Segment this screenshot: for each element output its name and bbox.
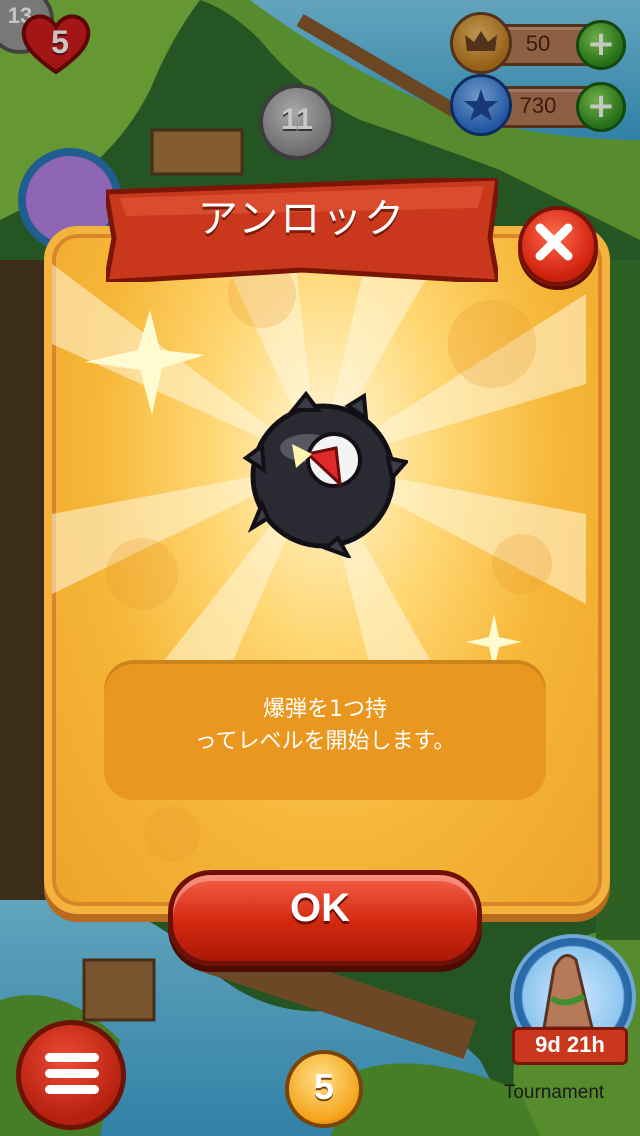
bomb-icon [242,390,408,558]
tournament-label: Tournament [503,1082,605,1103]
level-5-node[interactable]: 5 [285,1050,363,1128]
close-icon [535,223,573,261]
tournament-timer: 9d 21h [512,1027,628,1065]
dialog-title: アンロック [197,196,407,242]
description-line-2: ってレベルを開始します。 [194,729,456,754]
menu-button[interactable] [16,1020,126,1130]
dialog-description: 爆弾を1つ持 ってレベルを開始します。 [104,694,546,758]
sparkle-icon [85,310,205,415]
close-button[interactable] [518,206,598,286]
game-map-screen: 13 5 50 + 730 + 11 アンロック 爆弾を1つ持 ってレベルを開始… [0,0,640,1136]
description-line-1: 爆弾を1つ持 [263,697,387,722]
ok-button-label: OK [290,886,350,930]
